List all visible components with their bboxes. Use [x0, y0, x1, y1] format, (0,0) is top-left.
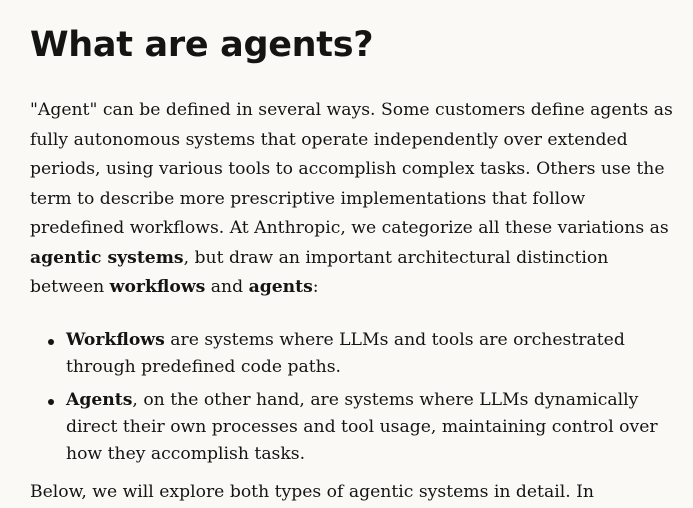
list-item-workflows: Workflows are systems where LLMs and too… — [30, 327, 680, 381]
bullet-icon — [48, 339, 54, 345]
term-agents: agents — [248, 277, 313, 297]
list-item-agents: Agents, on the other hand, are systems w… — [30, 387, 680, 468]
next-paragraph: Below, we will explore both types of age… — [30, 482, 594, 502]
list-item-term: Agents — [66, 390, 133, 410]
intro-text: "Agent" can be defined in several ways. … — [30, 100, 673, 238]
definition-list: Workflows are systems where LLMs and too… — [30, 327, 680, 474]
list-item-term: Workflows — [66, 330, 165, 350]
bullet-icon — [48, 399, 54, 405]
intro-paragraph: "Agent" can be defined in several ways. … — [30, 96, 680, 303]
intro-text: and — [205, 277, 249, 297]
term-agentic-systems: agentic systems — [30, 247, 184, 268]
term-workflows: workflows — [109, 277, 206, 297]
list-item-text: , on the other hand, are systems where L… — [66, 390, 658, 464]
intro-text: : — [312, 277, 319, 297]
section-heading: What are agents? — [30, 25, 374, 65]
